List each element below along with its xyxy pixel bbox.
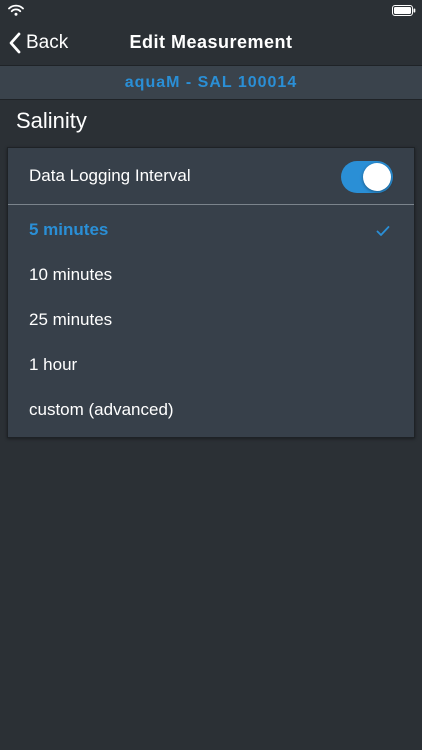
logging-toggle-row: Data Logging Interval [8,148,414,205]
status-bar [0,0,422,22]
logging-interval-card: Data Logging Interval 5 minutes 10 minut… [7,147,415,438]
wifi-icon [8,4,24,16]
device-name: aquaM - SAL 100014 [124,74,298,91]
option-label: 10 minutes [29,265,113,284]
interval-option-custom[interactable]: custom (advanced) [8,390,414,435]
checkmark-icon [376,226,390,236]
interval-option-10-minutes[interactable]: 10 minutes [8,255,414,300]
option-label: 1 hour [29,355,78,374]
navigation-bar: Back Edit Measurement [0,22,422,65]
toggle-knob [363,163,391,191]
interval-options-list: 5 minutes 10 minutes 25 minutes 1 hour c… [8,210,414,435]
section-title: Salinity [16,108,87,133]
interval-option-5-minutes[interactable]: 5 minutes [8,210,414,255]
battery-icon [392,5,416,16]
interval-option-1-hour[interactable]: 1 hour [8,345,414,390]
interval-option-25-minutes[interactable]: 25 minutes [8,300,414,345]
logging-toggle-switch[interactable] [341,161,393,193]
page-title: Edit Measurement [129,32,293,52]
device-banner: aquaM - SAL 100014 [0,65,422,100]
option-label: 5 minutes [29,220,109,239]
option-label: 25 minutes [29,310,113,329]
logging-toggle-label: Data Logging Interval [29,166,191,185]
option-label: custom (advanced) [29,400,174,419]
